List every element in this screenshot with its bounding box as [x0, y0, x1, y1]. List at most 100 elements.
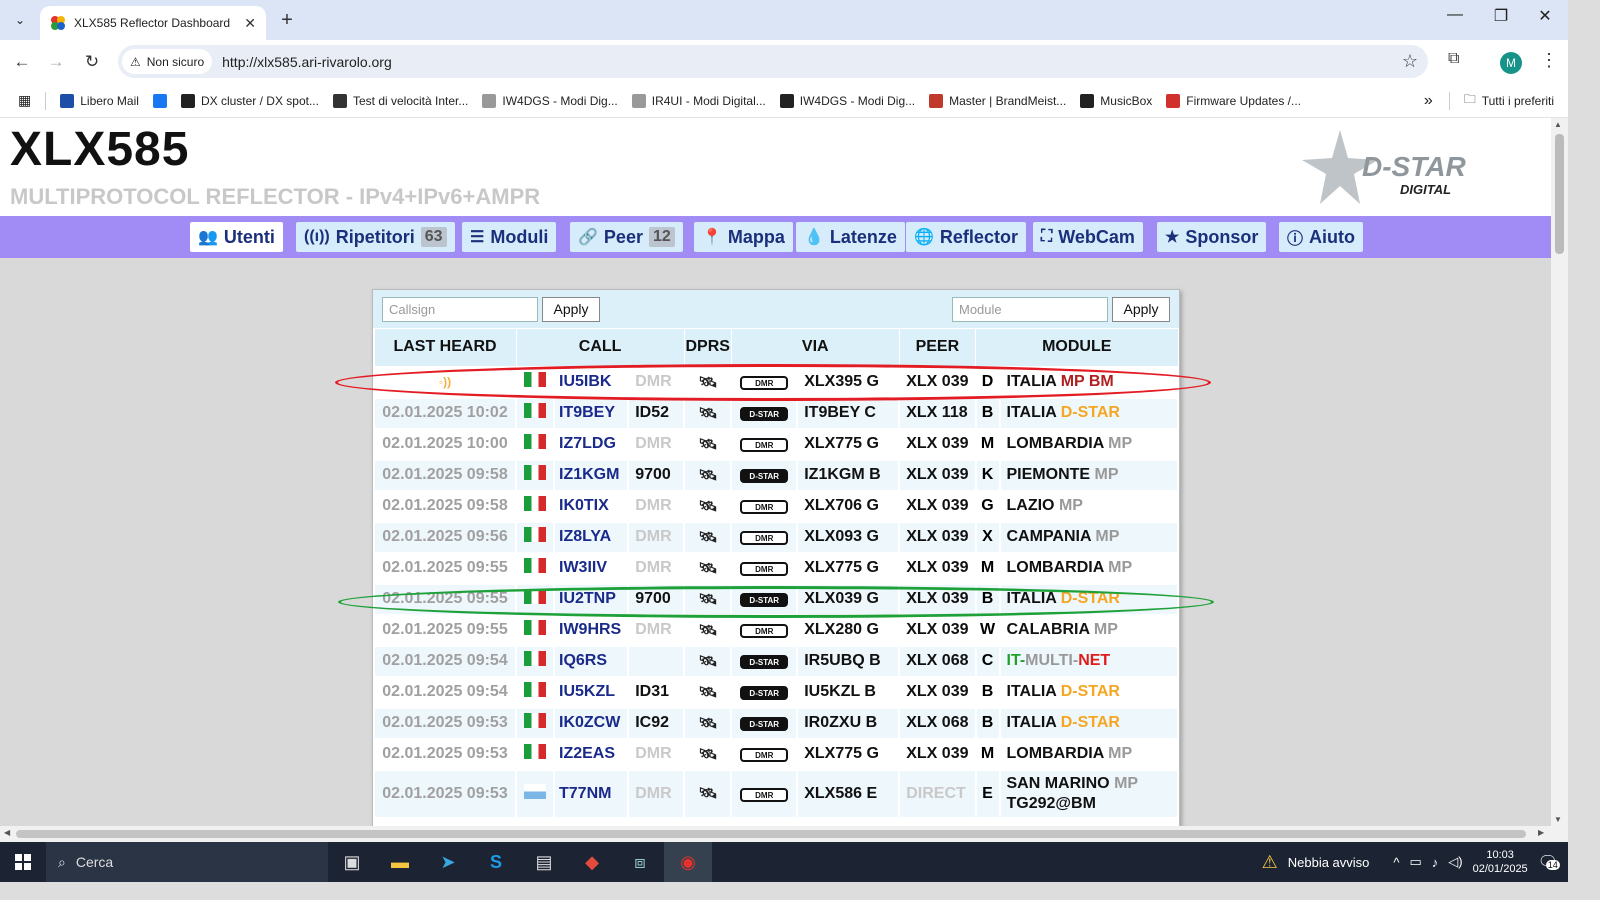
all-bookmarks-folder[interactable]: 🗀 Tutti i preferiti: [1464, 90, 1554, 111]
system-clock[interactable]: 10:03 02/01/2025: [1473, 848, 1528, 876]
satellite-icon[interactable]: 🛰: [698, 467, 717, 484]
tab-close-icon[interactable]: ✕: [244, 15, 256, 32]
menu-utenti[interactable]: 👥 Utenti: [190, 222, 283, 252]
satellite-icon[interactable]: 🛰: [698, 684, 717, 701]
table-row[interactable]: 02.01.2025 09:56 IZ8LYA DMR 🛰 DMR XLX093 G XLX…: [373, 520, 1179, 554]
tray-network-icon[interactable]: ▭: [1410, 854, 1422, 870]
tray-volume-icon[interactable]: ◁): [1448, 854, 1462, 870]
bookmark-item[interactable]: IW4DGS - Modi Dig...: [779, 93, 915, 108]
column-header[interactable]: DPRS: [683, 328, 732, 367]
bookmark-item[interactable]: MusicBox: [1080, 93, 1152, 108]
satellite-icon[interactable]: 🛰: [698, 529, 717, 546]
callsign-link[interactable]: IZ1KGM: [552, 458, 630, 492]
menu-sponsor[interactable]: ★ Sponsor: [1157, 222, 1267, 252]
column-header[interactable]: PEER: [898, 328, 977, 367]
bookmark-star-icon[interactable]: ☆: [1402, 51, 1418, 72]
vertical-scrollbar[interactable]: ▲ ▼: [1551, 118, 1568, 826]
bookmark-item[interactable]: DX cluster / DX spot...: [180, 93, 319, 108]
table-row[interactable]: 02.01.2025 09:53 T77NM DMR 🛰 DMR XLX586 E DIRE…: [373, 768, 1179, 819]
horizontal-scroll-thumb[interactable]: [16, 830, 1526, 838]
satellite-icon[interactable]: 🛰: [698, 622, 717, 639]
satellite-icon[interactable]: 🛰: [698, 560, 717, 577]
tray-mic-icon[interactable]: ♪: [1432, 855, 1439, 870]
bookmark-item[interactable]: Libero Mail: [60, 93, 139, 108]
callsign-link[interactable]: IQ6RS: [552, 644, 630, 678]
restore-button[interactable]: ❐: [1486, 6, 1516, 26]
scroll-left-icon[interactable]: ◀: [4, 828, 10, 837]
table-row[interactable]: 02.01.2025 09:53 IK0ZCW IC92 🛰 D-STAR IR0ZXU …: [373, 706, 1179, 740]
bookmark-item[interactable]: Test di velocità Inter...: [332, 93, 468, 108]
bookmark-item[interactable]: Master | BrandMeist...: [929, 93, 1066, 108]
table-row[interactable]: 02.01.2025 09:53 IZ2EAS DMR 🛰 DMR XLX775 G XLX…: [373, 737, 1179, 771]
menu-aiuto[interactable]: ⓘ Aiuto: [1279, 222, 1363, 252]
satellite-icon[interactable]: 🛰: [698, 498, 717, 515]
bookmark-item[interactable]: IR4UI - Modi Digital...: [631, 93, 766, 108]
notifications-icon[interactable]: 🗨14: [1538, 852, 1560, 872]
scroll-right-icon[interactable]: ▶: [1538, 828, 1544, 837]
menu-latenze[interactable]: 💧 Latenze: [796, 222, 905, 252]
module-apply-button[interactable]: Apply: [1112, 297, 1170, 322]
menu-reflector[interactable]: 🌐 Reflector: [906, 222, 1026, 252]
apps-grid-icon[interactable]: ▦: [18, 92, 31, 109]
menu-moduli[interactable]: ☰ Moduli: [462, 222, 557, 252]
menu-kebab-icon[interactable]: ⋮: [1540, 50, 1558, 71]
forward-button[interactable]: →: [44, 50, 68, 74]
callsign-link[interactable]: IZ2EAS: [552, 737, 630, 771]
menu-ripetitori[interactable]: ((ı)) Ripetitori 63: [296, 222, 455, 252]
task-view-icon[interactable]: ▣: [328, 842, 376, 882]
callsign-link[interactable]: IW3IIV: [552, 551, 630, 585]
table-row[interactable]: 02.01.2025 09:58 IK0TIX DMR 🛰 DMR XLX706 G XLX…: [373, 489, 1179, 523]
scroll-down-icon[interactable]: ▼: [1554, 815, 1562, 824]
extensions-icon[interactable]: ⧉: [1448, 50, 1459, 68]
minimize-button[interactable]: —: [1440, 6, 1470, 24]
new-tab-button[interactable]: +: [276, 9, 298, 32]
satellite-icon[interactable]: 🛰: [698, 785, 717, 802]
tray-chevron-icon[interactable]: ^: [1393, 855, 1399, 870]
url-text[interactable]: http://xlx585.ari-rivarolo.org: [222, 54, 392, 70]
skype-icon[interactable]: S: [472, 842, 520, 882]
callsign-link[interactable]: IT9BEY: [552, 396, 630, 430]
table-row[interactable]: 02.01.2025 09:58 IZ1KGM 9700 🛰 D-STAR IZ1KGM …: [373, 458, 1179, 492]
taskbar-search[interactable]: ⌕ Cerca: [46, 842, 328, 882]
module-filter-input[interactable]: Module: [952, 297, 1108, 322]
vertical-scroll-thumb[interactable]: [1555, 134, 1564, 254]
table-row[interactable]: 02.01.2025 10:02 IT9BEY ID52 🛰 D-STAR IT9BEY …: [373, 396, 1179, 430]
menu-peer[interactable]: 🔗 Peer 12: [570, 222, 683, 252]
bookmark-item[interactable]: IW4DGS - Modi Dig...: [482, 93, 618, 108]
windows-start-icon[interactable]: [0, 842, 46, 882]
bookmark-item[interactable]: [152, 93, 167, 108]
table-row[interactable]: 02.01.2025 09:55 IW9HRS DMR 🛰 DMR XLX280 G XLX…: [373, 613, 1179, 647]
callsign-link[interactable]: IZ8LYA: [552, 520, 630, 554]
weather-label[interactable]: Nebbia avviso: [1288, 855, 1370, 870]
back-button[interactable]: ←: [10, 50, 34, 74]
column-header[interactable]: CALL: [515, 328, 685, 367]
satellite-icon[interactable]: 🛰: [698, 715, 717, 732]
scroll-up-icon[interactable]: ▲: [1554, 120, 1562, 129]
chrome-taskbar-icon[interactable]: ◉: [664, 842, 712, 882]
callsign-link[interactable]: IK0TIX: [552, 489, 630, 523]
satellite-icon[interactable]: 🛰: [698, 746, 717, 763]
satellite-icon[interactable]: 🛰: [698, 405, 717, 422]
callsign-link[interactable]: IZ7LDG: [552, 427, 630, 461]
close-window-button[interactable]: ✕: [1530, 6, 1560, 26]
menu-mappa[interactable]: 📍 Mappa: [694, 222, 793, 252]
table-row[interactable]: 02.01.2025 10:00 IZ7LDG DMR 🛰 DMR XLX775 G XLX…: [373, 427, 1179, 461]
column-header[interactable]: VIA: [730, 328, 900, 367]
profile-avatar[interactable]: M: [1500, 52, 1522, 74]
file-explorer-icon[interactable]: ▬: [376, 842, 424, 882]
table-row[interactable]: 02.01.2025 09:55 IW3IIV DMR 🛰 DMR XLX775 G XLX…: [373, 551, 1179, 585]
satellite-icon[interactable]: 🛰: [698, 653, 717, 670]
bookmarks-overflow-icon[interactable]: »: [1424, 92, 1433, 110]
callsign-link[interactable]: IU5KZL: [552, 675, 630, 709]
callsign-link[interactable]: IK0ZCW: [552, 706, 630, 740]
horizontal-scrollbar[interactable]: ◀ ▶: [0, 826, 1568, 842]
callsign-link[interactable]: T77NM: [552, 768, 630, 819]
menu-webcam[interactable]: ⛶ WebCam: [1033, 222, 1143, 252]
column-header[interactable]: MODULE: [975, 328, 1179, 367]
table-row[interactable]: 02.01.2025 09:54 IU5KZL ID31 🛰 D-STAR IU5KZL …: [373, 675, 1179, 709]
telegram-icon[interactable]: ➤: [424, 842, 472, 882]
callsign-apply-button[interactable]: Apply: [542, 297, 600, 322]
security-chip[interactable]: ⚠ Non sicuro: [122, 49, 213, 74]
anydesk-icon[interactable]: ◆: [568, 842, 616, 882]
network-app-icon[interactable]: ⧈: [616, 842, 664, 882]
